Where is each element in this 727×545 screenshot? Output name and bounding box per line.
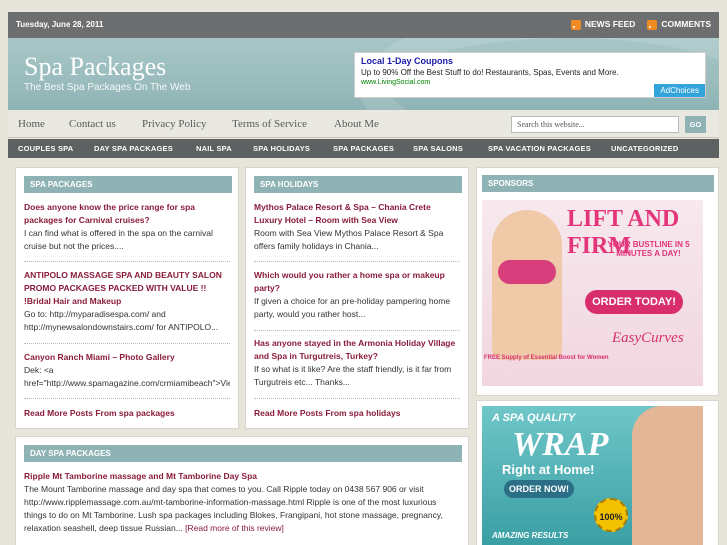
ad-bottom-text: AMAZING RESULTS: [492, 531, 569, 540]
spa-holidays-box: SPA HOLIDAYS Mythos Palace Resort & Spa …: [245, 167, 469, 429]
rss-icon: [647, 19, 658, 30]
nav-privacy[interactable]: Privacy Policy: [142, 118, 206, 130]
cat-couples-spa[interactable]: COUPLES SPA: [18, 144, 73, 153]
day-spa-box: DAY SPA PACKAGES Ripple Mt Tamborine mas…: [15, 436, 469, 545]
nav-contact[interactable]: Contact us: [69, 118, 116, 130]
ad-line-3: Right at Home!: [502, 462, 595, 477]
cat-spa-salons[interactable]: SPA SALONS: [413, 144, 463, 153]
adchoices-badge[interactable]: AdChoices: [654, 84, 705, 97]
search-input[interactable]: Search this website...: [511, 116, 679, 133]
site-tagline: The Best Spa Packages On The Web: [24, 82, 191, 93]
divider: [24, 343, 230, 344]
divider: [254, 330, 460, 331]
rss-icon: [570, 19, 581, 30]
divider: [24, 398, 230, 399]
ad-title[interactable]: Local 1-Day Coupons: [361, 56, 699, 66]
cat-spa-holidays[interactable]: SPA HOLIDAYS: [253, 144, 310, 153]
ad-model-image: [632, 406, 703, 545]
read-more-link[interactable]: Read More Posts From spa packages: [24, 408, 175, 418]
date-label: Tuesday, June 28, 2011: [16, 20, 104, 29]
news-feed-link[interactable]: NEWS FEED: [570, 19, 636, 30]
post-excerpt-line: Dek: <a: [24, 365, 54, 375]
ad-line-1: A SPA QUALITY: [492, 412, 576, 424]
sponsor-ad-easycurves[interactable]: LIFT AND FIRM YOUR BUSTLINE IN 5 MINUTES…: [482, 200, 703, 386]
cat-day-spa-packages[interactable]: DAY SPA PACKAGES: [94, 144, 173, 153]
ad-order-button[interactable]: ORDER TODAY!: [585, 290, 683, 314]
ad-garment-image: [498, 260, 556, 284]
divider: [254, 398, 460, 399]
post-title[interactable]: Mythos Palace Resort & Spa – Chania Cret…: [254, 201, 460, 227]
post-title[interactable]: Ripple Mt Tamborine massage and Mt Tambo…: [24, 470, 460, 483]
ad-url[interactable]: www.LivingSocial.com: [361, 79, 699, 86]
list-item: Which would you rather a home spa or mak…: [254, 269, 460, 321]
divider: [254, 261, 460, 262]
post-excerpt: Go to: http://myparadisespa.com/ and htt…: [24, 309, 219, 332]
cat-uncategorized[interactable]: UNCATEGORIZED: [611, 144, 678, 153]
header-ad[interactable]: Local 1-Day Coupons Up to 90% Off the Be…: [354, 52, 706, 98]
list-item: Does anyone know the price range for spa…: [24, 201, 230, 253]
ad-order-button[interactable]: ORDER NOW!: [504, 480, 574, 498]
post-excerpt-line: href="http://www.spamagazine.com/crmiami…: [24, 378, 230, 388]
post-excerpt: I can find what is offered in the spa on…: [24, 228, 213, 251]
read-more-link[interactable]: Read More Posts From spa holidays: [254, 408, 400, 418]
ad-free-offer: FREE Supply of Essential Boost for Women: [484, 355, 609, 361]
feed-links: NEWS FEED COMMENTS: [570, 19, 711, 30]
post-excerpt: If given a choice for an pre-holiday pam…: [254, 296, 451, 319]
section-heading: SPA PACKAGES: [24, 176, 232, 193]
section-heading: SPONSORS: [482, 175, 714, 192]
ad-body: Up to 90% Off the Best Stuff to do! Rest…: [361, 68, 619, 77]
comments-feed-link[interactable]: COMMENTS: [647, 19, 711, 30]
ad-subline: YOUR BUSTLINE IN 5 MINUTES A DAY!: [607, 240, 690, 258]
post-excerpt: Room with Sea View Mythos Palace Resort …: [254, 228, 444, 251]
list-item: Has anyone stayed in the Armonia Holiday…: [254, 337, 460, 389]
ad-brand: EasyCurves: [612, 330, 684, 346]
ad-line-2: WRAP: [512, 426, 609, 463]
nav-home[interactable]: Home: [18, 118, 45, 130]
list-item: Ripple Mt Tamborine massage and Mt Tambo…: [24, 470, 460, 535]
main-nav: Home Contact us Privacy Policy Terms of …: [8, 110, 719, 138]
spa-packages-box: SPA PACKAGES Does anyone know the price …: [15, 167, 239, 429]
top-bar: Tuesday, June 28, 2011 NEWS FEED COMMENT…: [8, 12, 719, 38]
post-title[interactable]: Has anyone stayed in the Armonia Holiday…: [254, 337, 460, 363]
section-heading: DAY SPA PACKAGES: [24, 445, 462, 462]
post-excerpt: The Mount Tamborine massage and day spa …: [24, 483, 460, 535]
post-title[interactable]: Canyon Ranch Miami – Photo Gallery: [24, 351, 230, 364]
divider: [24, 261, 230, 262]
list-item: Mythos Palace Resort & Spa – Chania Cret…: [254, 201, 460, 253]
cat-spa-packages[interactable]: SPA PACKAGES: [333, 144, 394, 153]
ad-model-image: [492, 210, 562, 360]
comments-feed-label: COMMENTS: [661, 19, 711, 29]
read-more-review-link[interactable]: [Read more of this review]: [185, 523, 284, 533]
section-heading: SPA HOLIDAYS: [254, 176, 462, 193]
post-title[interactable]: ANTIPOLO MASSAGE SPA AND BEAUTY SALON PR…: [24, 269, 230, 308]
list-item: ANTIPOLO MASSAGE SPA AND BEAUTY SALON PR…: [24, 269, 230, 334]
guarantee-seal-icon: 100%: [594, 498, 628, 532]
news-feed-label: NEWS FEED: [584, 19, 636, 29]
site-header: Spa Packages The Best Spa Packages On Th…: [8, 38, 719, 110]
sponsor-ad-wrap[interactable]: A SPA QUALITY WRAP Right at Home! ORDER …: [482, 406, 703, 545]
category-nav: COUPLES SPA DAY SPA PACKAGES NAIL SPA SP…: [8, 139, 719, 158]
post-title[interactable]: Which would you rather a home spa or mak…: [254, 269, 460, 295]
cat-spa-vacation-packages[interactable]: SPA VACATION PACKAGES: [488, 144, 591, 153]
site-title[interactable]: Spa Packages: [24, 52, 166, 82]
search-go-button[interactable]: GO: [685, 116, 706, 133]
list-item: Canyon Ranch Miami – Photo Gallery Dek: …: [24, 351, 230, 390]
post-title[interactable]: Does anyone know the price range for spa…: [24, 201, 230, 227]
cat-nail-spa[interactable]: NAIL SPA: [196, 144, 232, 153]
nav-terms[interactable]: Terms of Service: [232, 118, 307, 130]
post-excerpt: If so what is it like? Are the staff fri…: [254, 364, 452, 387]
nav-about[interactable]: About Me: [334, 118, 379, 130]
